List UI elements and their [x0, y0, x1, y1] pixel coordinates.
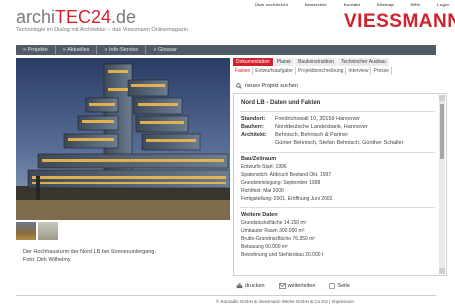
panel-heading: Nord LB - Daten und Fakten	[241, 100, 321, 106]
subtab-entwurfsaufgabe[interactable]: Entwurfsaufgabe	[253, 67, 296, 75]
top-link-help[interactable]: Hilfe	[411, 2, 421, 10]
thumbnail-1[interactable]	[16, 222, 36, 240]
facts-panel: Nord LB - Daten und Fakten Standort: Frie…	[233, 93, 447, 276]
fact-standort: Standort: Friedrichswall 10, 30159 Hannov…	[241, 116, 360, 122]
subtab-projektbeschreibung[interactable]: Projektbeschreibung	[296, 67, 347, 75]
scroll-up-icon[interactable]	[439, 95, 445, 101]
forward-button[interactable]: weiterleiten	[278, 283, 315, 289]
logo-prefix: archi	[16, 7, 56, 27]
top-link-contact[interactable]: Kontakt	[344, 2, 360, 10]
tab-planer[interactable]: Planer	[273, 58, 296, 66]
nav-item-info-service[interactable]: » Info-Service	[97, 45, 147, 55]
tab-baukonstruktion[interactable]: Baukonstruktion	[295, 58, 338, 66]
subtab-interview[interactable]: Interview	[346, 67, 372, 75]
building-illustration	[16, 58, 230, 220]
fact-architekt-names: Günter Behnisch, Stefan Behnisch, Günthe…	[275, 140, 404, 146]
search-icon	[236, 83, 242, 89]
weitere-line: Bebauung 60.000 m²	[241, 244, 288, 250]
footer-text: © Konradin GmbH & Viessmann Werke GmbH &…	[216, 299, 354, 304]
top-link-newsletter[interactable]: Newsletter	[305, 2, 327, 10]
photo-caption: Der Hochhausturm der Nord LB bei Sonnenu…	[23, 249, 156, 255]
page-icon	[329, 283, 336, 289]
photo-thumbnails	[16, 222, 230, 240]
zeitraum-line: Richtfest: Mai 2000	[241, 188, 284, 194]
project-search-link[interactable]: neues Projekt suchen	[236, 83, 298, 89]
logo-suffix: .de	[111, 7, 137, 27]
fact-bauherr: Bauherr: Norddeutsche Landesbank, Hannove…	[241, 124, 368, 130]
zeitraum-title: Bau/Zeitraum	[241, 156, 277, 162]
seite-button[interactable]: Seite	[329, 283, 350, 289]
fact-architekt: Architekt: Behnisch, Behnisch & Partner	[241, 132, 349, 138]
zeitraum-line: Fertigstellung: 2001, Eröffnung Juni 200…	[241, 196, 333, 202]
weitere-line: Grundstücksfläche 14.150 m²	[241, 220, 307, 226]
divider	[240, 152, 435, 153]
tab-dokumentation[interactable]: Dokumentation	[233, 58, 274, 66]
printer-icon	[236, 283, 243, 289]
photo-credit: Foto: Dirk Wilhelmy	[23, 257, 71, 263]
top-link-about[interactable]: Über architec24	[255, 2, 288, 10]
search-label: neues Projekt suchen	[245, 83, 298, 89]
zeitraum-line: Spatenstich: Abbruch Bestand Okt. 1997	[241, 172, 332, 178]
divider	[240, 207, 435, 208]
print-button[interactable]: drucken	[236, 283, 265, 289]
page-actions: drucken weiterleiten Seite	[236, 283, 350, 289]
thumbnail-2[interactable]	[38, 222, 58, 240]
scroll-thumb[interactable]	[440, 104, 444, 159]
zeitraum-line: Grundsteinlegung: September 1998	[241, 180, 321, 186]
viessmann-logo[interactable]: VIESSMANN	[344, 11, 455, 33]
zeitraum-line: Entwurfs-Start: 1996	[241, 164, 287, 170]
section-tabs: Dokumentation Planer Baukonstruktion Tec…	[233, 58, 436, 66]
scroll-down-icon[interactable]	[439, 268, 445, 274]
nav-item-glossar[interactable]: » Glossar	[146, 45, 184, 55]
subtab-fakten[interactable]: Fakten	[233, 67, 254, 75]
top-links: Über architec24 Newsletter Kontakt Sitem…	[255, 2, 449, 10]
site-tagline: Technologie im Dialog mit Architektur – …	[16, 27, 189, 33]
photo-caption-block: Der Hochhausturm der Nord LB bei Sonnenu…	[23, 248, 223, 264]
logo-accent: TEC24	[55, 7, 112, 27]
envelope-icon	[278, 283, 286, 289]
main-nav: » Projekte » Aktuelles » Info-Service » …	[16, 45, 436, 55]
footer-divider	[16, 295, 436, 296]
weitere-line: Brutto-Grundrissfläche 76.350 m²	[241, 236, 315, 242]
top-link-sitemap[interactable]: Sitemap	[377, 2, 394, 10]
viessmann-logo-text: VIESSMANN	[344, 11, 455, 32]
tab-technischer-ausbau[interactable]: Technischer Ausbau	[337, 58, 390, 66]
weitere-line: Umbauter Raum 300.000 m³	[241, 228, 305, 234]
nav-item-aktuelles[interactable]: » Aktuelles	[56, 45, 98, 55]
weitere-title: Weitere Daten	[241, 212, 278, 218]
subtab-presse[interactable]: Presse	[371, 67, 392, 75]
site-logo[interactable]: archiTEC24.de	[16, 7, 136, 27]
divider	[240, 111, 435, 112]
panel-scrollbar[interactable]	[439, 95, 445, 274]
weitere-line: Bewohnung und Stehlenbau 20.000 t	[241, 252, 324, 258]
sub-tabs: Fakten Entwurfsaufgabe Projektbeschreibu…	[233, 67, 436, 75]
top-link-login[interactable]: Login	[437, 2, 449, 10]
nav-item-projekte[interactable]: » Projekte	[16, 45, 56, 55]
building-photo	[16, 58, 230, 220]
